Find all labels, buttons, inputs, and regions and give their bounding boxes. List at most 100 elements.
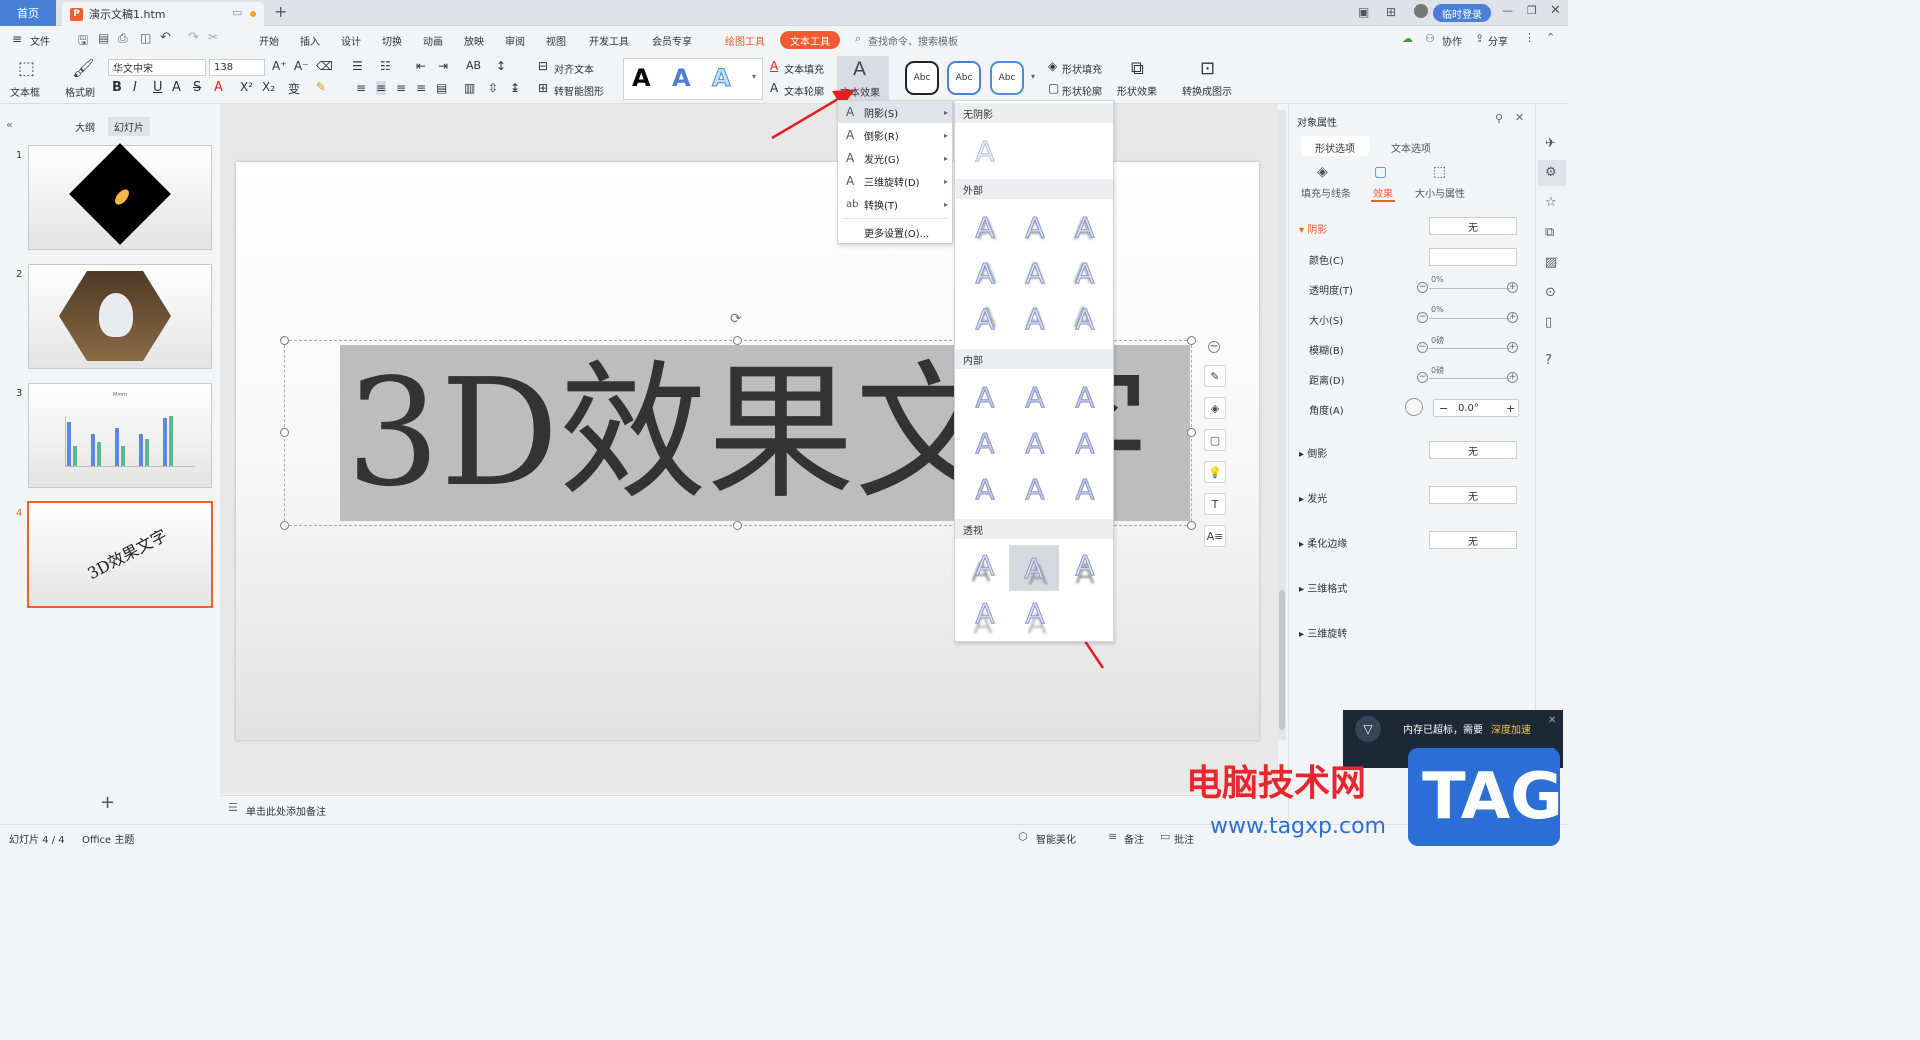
subtab-underline — [1371, 200, 1395, 202]
glow-icon: A — [846, 151, 855, 165]
star-icon[interactable]: ☆ — [1545, 195, 1557, 210]
image-icon[interactable]: ▨ — [1545, 255, 1557, 270]
chevron-right-icon: ▸ — [943, 130, 948, 140]
angle-decrement-icon[interactable]: − — [1439, 402, 1448, 415]
transform-icon: ab — [846, 198, 859, 210]
effect-icon: ▢ — [1374, 164, 1388, 180]
outer-shadow-option[interactable]: A — [1065, 207, 1105, 247]
outer-shadow-option[interactable]: A — [1065, 299, 1105, 339]
angle-value[interactable]: 0.0° — [1458, 403, 1479, 414]
glow-select[interactable]: 无 — [1429, 486, 1517, 504]
perspective-shadow-option[interactable]: A — [1065, 545, 1105, 585]
inner-shadow-option[interactable]: A — [1065, 423, 1105, 463]
menu-item-3d-rotation[interactable]: A 三维旋转(D) ▸ — [838, 170, 952, 192]
menu-item-label: 倒影(R) — [864, 131, 899, 143]
location-icon[interactable]: ⊙ — [1545, 285, 1556, 300]
memory-warning-text: 内存已超标，需要 — [1403, 725, 1483, 736]
inner-shadow-option[interactable]: A — [1015, 377, 1055, 417]
plus-icon[interactable]: + — [1507, 312, 1518, 323]
blur-slider[interactable] — [1429, 348, 1511, 349]
tab-shape-options[interactable]: 形状选项 — [1301, 136, 1369, 156]
perspective-shadow-option[interactable]: A — [965, 593, 1005, 633]
section-shadow[interactable]: ▾ 阴影 — [1299, 221, 1327, 236]
subtab-fill-line[interactable]: 填充与线条 — [1301, 185, 1351, 200]
minus-icon[interactable]: − — [1417, 312, 1428, 323]
inner-shadow-option[interactable]: A — [965, 469, 1005, 509]
notes-toggle-icon: ≡ — [1108, 830, 1118, 843]
section-3d-rotation[interactable]: ▸ 三维旋转 — [1299, 625, 1347, 640]
inner-shadow-option[interactable]: A — [965, 423, 1005, 463]
pin-icon[interactable]: ⚲ — [1495, 112, 1503, 125]
angle-stepper[interactable]: − 0.0° + — [1433, 399, 1519, 417]
theme-name[interactable]: Office 主题 — [82, 831, 134, 846]
tab-text-options[interactable]: 文本选项 — [1391, 140, 1431, 155]
slide-counter: 幻灯片 4 / 4 — [9, 835, 65, 846]
copy-icon[interactable]: ⧉ — [1545, 225, 1554, 240]
plus-icon[interactable]: + — [1507, 282, 1518, 293]
beautify-button[interactable]: 智能美化 — [1036, 831, 1076, 846]
inner-shadow-option[interactable]: A — [1015, 469, 1055, 509]
outer-shadow-option[interactable]: A — [1015, 253, 1055, 293]
shadow-color-select[interactable] — [1429, 248, 1517, 266]
section-no-shadow: 无阴影 — [955, 103, 1113, 123]
reflection-select[interactable]: 无 — [1429, 441, 1517, 459]
outer-shadow-option[interactable]: A — [965, 253, 1005, 293]
comment-icon: ▭ — [1160, 830, 1171, 843]
beautify-icon: ⬡ — [1018, 830, 1028, 843]
properties-icon[interactable]: ⚙ — [1545, 165, 1557, 180]
notes-toggle-button[interactable]: 备注 — [1124, 831, 1144, 846]
section-reflection[interactable]: ▸ 倒影 — [1299, 445, 1327, 460]
outer-shadow-option[interactable]: A — [965, 207, 1005, 247]
inner-shadow-option[interactable]: A — [1065, 469, 1105, 509]
section-glow[interactable]: ▸ 发光 — [1299, 490, 1327, 505]
outer-shadow-option[interactable]: A — [1065, 253, 1105, 293]
minus-icon[interactable]: − — [1417, 282, 1428, 293]
menu-item-shadow[interactable]: A 阴影(S) ▸ — [838, 101, 952, 123]
menu-item-glow[interactable]: A 发光(G) ▸ — [838, 147, 952, 169]
close-popup-icon[interactable]: ✕ — [1548, 715, 1556, 726]
inner-shadow-option[interactable]: A — [1015, 423, 1055, 463]
help-icon[interactable]: ? — [1545, 353, 1552, 368]
menu-item-reflection[interactable]: A 倒影(R) ▸ — [838, 124, 952, 146]
close-panel-icon[interactable]: ✕ — [1515, 111, 1524, 124]
opacity-slider[interactable] — [1429, 288, 1511, 289]
outer-shadow-option[interactable]: A — [1015, 299, 1055, 339]
section-glow-label: 发光 — [1307, 494, 1328, 505]
plus-icon[interactable]: + — [1507, 372, 1518, 383]
inner-shadow-option[interactable]: A — [1065, 377, 1105, 417]
angle-label: 角度(A) — [1309, 406, 1344, 417]
angle-increment-icon[interactable]: + — [1506, 402, 1515, 415]
perspective-shadow-option-hovered[interactable]: A — [1009, 545, 1059, 591]
outer-shadow-option[interactable]: A — [1015, 207, 1055, 247]
section-3d-rotation-label: 三维旋转 — [1307, 629, 1348, 640]
shadow-none-option[interactable]: A — [965, 131, 1005, 171]
deep-accelerate-link[interactable]: 深度加速 — [1491, 721, 1531, 736]
distance-slider[interactable] — [1429, 378, 1511, 379]
outer-shadow-option[interactable]: A — [965, 299, 1005, 339]
minus-icon[interactable]: − — [1417, 372, 1428, 383]
shield-icon: ▽ — [1355, 716, 1381, 742]
minus-icon[interactable]: − — [1417, 342, 1428, 353]
menu-item-transform[interactable]: ab 转换(T) ▸ — [838, 193, 952, 215]
distance-value: 0磅 — [1431, 366, 1445, 375]
reflection-icon: A — [846, 128, 855, 142]
plus-icon[interactable]: + — [1507, 342, 1518, 353]
tab-shape-options-label: 形状选项 — [1315, 144, 1355, 155]
book-icon[interactable]: ▯ — [1545, 315, 1552, 330]
rocket-icon[interactable]: ✈ — [1545, 136, 1556, 151]
panel-title[interactable]: 对象属性 — [1297, 114, 1337, 129]
size-slider[interactable] — [1429, 318, 1511, 319]
menu-item-more-settings[interactable]: 更多设置(O)... — [838, 221, 952, 243]
subtab-effect[interactable]: 效果 — [1373, 185, 1393, 200]
subtab-size-props[interactable]: 大小与属性 — [1415, 185, 1465, 200]
inner-shadow-option[interactable]: A — [965, 377, 1005, 417]
perspective-shadow-option[interactable]: A — [1015, 593, 1055, 633]
section-3d-format[interactable]: ▸ 三维格式 — [1299, 580, 1347, 595]
soft-edge-select[interactable]: 无 — [1429, 531, 1517, 549]
perspective-shadow-option[interactable]: A — [965, 545, 1005, 585]
section-soft-edge[interactable]: ▸ 柔化边缘 — [1299, 535, 1347, 550]
angle-dial-icon[interactable] — [1405, 398, 1423, 416]
watermark-site-name: 电脑技术网 — [1186, 763, 1367, 804]
watermark-url: www.tagxp.com — [1210, 814, 1386, 839]
shadow-preset-select[interactable]: 无 — [1429, 217, 1517, 235]
